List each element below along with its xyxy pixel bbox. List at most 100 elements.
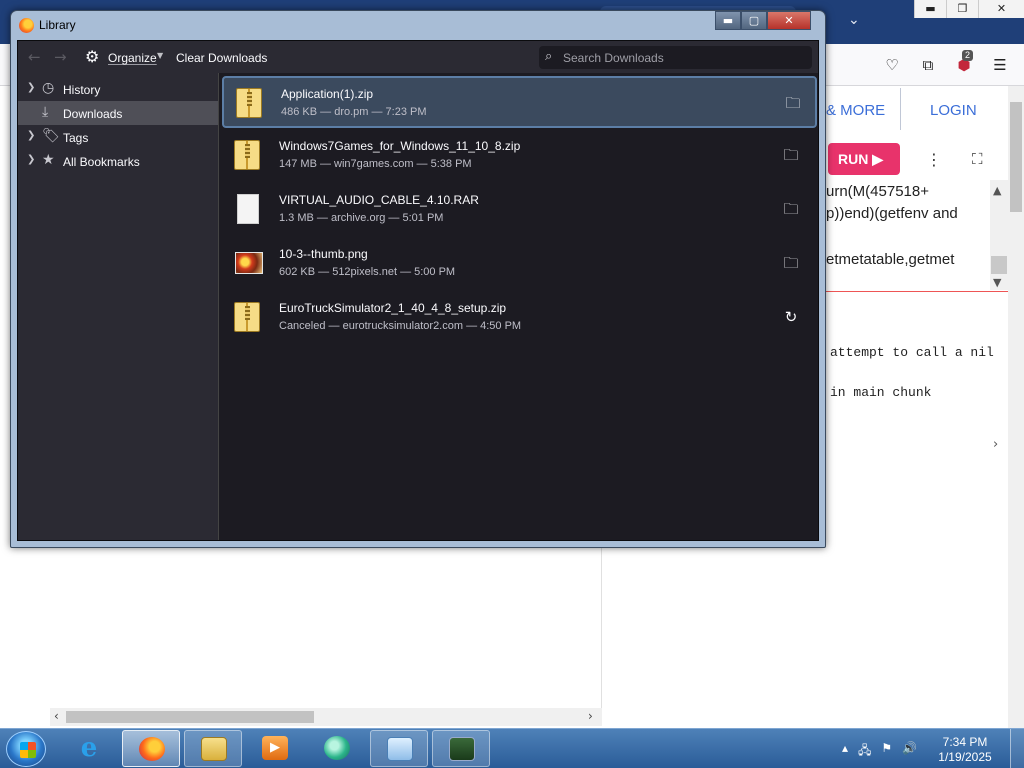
browser-minimize-button[interactable]: ▬: [914, 0, 946, 18]
left-panel: [50, 540, 602, 708]
download-details: 147 MB — win7games.com — 5:38 PM: [279, 158, 472, 170]
scroll-right-icon[interactable]: ›: [993, 437, 998, 452]
gear-icon[interactable]: ⚙: [85, 47, 99, 66]
browser-restore-button[interactable]: ❐: [946, 0, 978, 18]
tab-list-chevron-icon[interactable]: ⌄: [848, 12, 860, 28]
library-sidebar: ❯ ◷ History ⤓ Downloads ❯ 🏷 Tags ❯ ★ All…: [18, 73, 219, 540]
folder-icon: [201, 737, 227, 761]
download-filename: VIRTUAL_AUDIO_CABLE_4.10.RAR: [279, 193, 479, 207]
folder-icon[interactable]: 🗀: [781, 145, 801, 165]
back-icon[interactable]: ←: [28, 48, 41, 66]
download-row[interactable]: VIRTUAL_AUDIO_CABLE_4.10.RAR 1.3 MB — ar…: [222, 184, 817, 236]
clock-time: 7:34 PM: [942, 735, 988, 749]
minimize-button[interactable]: ▬: [715, 11, 741, 30]
horizontal-scroll-thumb[interactable]: [66, 711, 314, 723]
pocket-icon[interactable]: ♡: [882, 55, 902, 75]
star-icon: ★: [42, 152, 55, 168]
sidebar-item-downloads[interactable]: ⤓ Downloads: [18, 101, 218, 125]
more-options-icon[interactable]: ⋮: [926, 150, 942, 169]
taskbar-terminal-monitor[interactable]: [432, 730, 490, 767]
sidebar-item-label: History: [63, 83, 101, 97]
browser-window-controls: ▬ ❐ ✕: [914, 0, 1024, 18]
download-row[interactable]: Windows7Games_for_Windows_11_10_8.zip 14…: [222, 130, 817, 182]
library-content: ← → ⚙ Organize ▼ Clear Downloads ⌕ Searc…: [17, 40, 819, 541]
page-scroll-thumb[interactable]: [1010, 102, 1022, 212]
taskbar-file-explorer[interactable]: [184, 730, 242, 767]
sidebar-item-all-bookmarks[interactable]: ❯ ★ All Bookmarks: [18, 149, 218, 173]
close-button[interactable]: ✕: [767, 11, 811, 30]
extensions-icon[interactable]: ⧉: [918, 55, 938, 75]
nav-divider: [900, 88, 901, 130]
download-row[interactable]: Application(1).zip 486 KB — dro.pm — 7:2…: [222, 76, 817, 128]
run-button[interactable]: RUN ▶: [828, 143, 900, 175]
taskbar-firefox[interactable]: [122, 730, 180, 767]
bird-app-icon: [324, 736, 350, 760]
download-row[interactable]: 10-3--thumb.png 602 KB — 512pixels.net —…: [222, 238, 817, 290]
download-details: 1.3 MB — archive.org — 5:01 PM: [279, 212, 444, 224]
download-row[interactable]: EuroTruckSimulator2_1_40_4_8_setup.zip C…: [222, 292, 817, 344]
taskbar-app-bird[interactable]: [308, 730, 366, 767]
download-filename: EuroTruckSimulator2_1_40_4_8_setup.zip: [279, 301, 507, 315]
nav-more-link[interactable]: & MORE: [826, 102, 885, 119]
scroll-right-icon[interactable]: ›: [588, 709, 593, 723]
forward-icon[interactable]: →: [54, 48, 67, 66]
horizontal-scrollbar[interactable]: ‹ ›: [50, 708, 602, 726]
sidebar-item-label: All Bookmarks: [63, 155, 140, 169]
search-placeholder: Search Downloads: [563, 51, 664, 65]
download-filename: Windows7Games_for_Windows_11_10_8.zip: [279, 139, 521, 153]
code-line: urn(M(457518+: [826, 183, 929, 200]
firefox-icon: [139, 737, 165, 761]
expand-chevron-icon[interactable]: ❯: [27, 154, 35, 165]
sidebar-item-history[interactable]: ❯ ◷ History: [18, 77, 218, 101]
menu-icon[interactable]: ☰: [990, 55, 1010, 75]
download-filename: 10-3--thumb.png: [279, 247, 368, 261]
output-line: attempt to call a nil: [830, 345, 994, 360]
sidebar-item-label: Downloads: [63, 107, 123, 121]
window-controls: ▬ ▢ ✕: [715, 11, 811, 30]
editor-divider: [826, 291, 1008, 292]
clock[interactable]: 7:34 PM 1/19/2025: [930, 735, 1000, 765]
code-line: etmetatable,getmet: [826, 251, 955, 268]
extension-badge: 2: [962, 50, 974, 61]
editor-scroll-thumb[interactable]: [991, 256, 1007, 274]
fullscreen-icon[interactable]: ⛶: [972, 150, 983, 168]
expand-chevron-icon[interactable]: ❯: [27, 130, 35, 141]
download-details: 486 KB — dro.pm — 7:23 PM: [281, 106, 427, 118]
windows-logo-icon: [20, 742, 36, 758]
volume-icon[interactable]: 🔊: [902, 741, 917, 762]
library-titlebar[interactable]: Library ▬ ▢ ✕: [11, 11, 825, 39]
organize-menu-button[interactable]: Organize: [108, 51, 157, 65]
folder-icon[interactable]: 🗀: [781, 253, 801, 273]
flag-icon[interactable]: ⚑: [881, 741, 892, 762]
maximize-button[interactable]: ▢: [741, 11, 767, 30]
start-button[interactable]: [6, 731, 46, 767]
taskbar-media-player[interactable]: ▶: [246, 730, 304, 767]
blank-file-icon: [237, 194, 259, 224]
scroll-down-icon[interactable]: ▼: [993, 276, 1001, 289]
show-desktop-button[interactable]: [1010, 729, 1024, 768]
media-player-icon: ▶: [262, 736, 288, 760]
scroll-left-icon[interactable]: ‹: [54, 709, 59, 723]
folder-icon[interactable]: 🗀: [783, 93, 803, 113]
folder-icon[interactable]: 🗀: [781, 199, 801, 219]
show-hidden-icons-icon[interactable]: ▴: [842, 741, 848, 762]
library-toolbar: ← → ⚙ Organize ▼ Clear Downloads ⌕ Searc…: [18, 41, 818, 73]
firefox-icon: [19, 18, 34, 33]
download-details: 602 KB — 512pixels.net — 5:00 PM: [279, 266, 456, 278]
nav-login-link[interactable]: LOGIN: [930, 102, 977, 119]
system-tray: ▴ 🖧 ⚑ 🔊: [842, 741, 917, 762]
network-icon[interactable]: 🖧: [858, 741, 871, 762]
download-details: Canceled — eurotrucksimulator2.com — 4:5…: [279, 320, 522, 332]
search-downloads-input[interactable]: ⌕ Search Downloads: [539, 46, 812, 69]
taskbar-internet-explorer[interactable]: e: [60, 730, 118, 767]
browser-close-button[interactable]: ✕: [978, 0, 1024, 18]
clear-downloads-button[interactable]: Clear Downloads: [176, 51, 267, 65]
taskbar-control-panel[interactable]: [370, 730, 428, 767]
retry-icon[interactable]: ↻: [781, 307, 801, 327]
page-scrollbar[interactable]: [1008, 86, 1024, 728]
sidebar-item-tags[interactable]: ❯ 🏷 Tags: [18, 125, 218, 149]
expand-chevron-icon[interactable]: ❯: [27, 82, 35, 93]
clock-icon: ◷: [42, 80, 55, 96]
scroll-up-icon[interactable]: ▲: [993, 184, 1001, 197]
chevron-down-icon[interactable]: ▼: [157, 51, 163, 60]
